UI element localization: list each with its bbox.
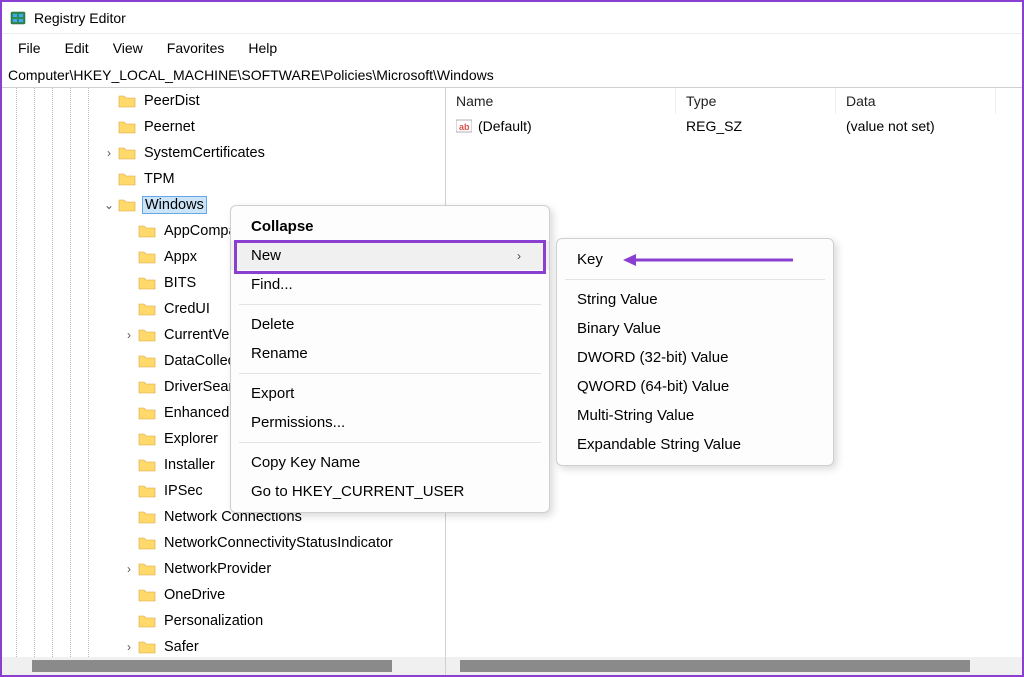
col-data[interactable]: Data <box>836 88 996 114</box>
chevron-right-icon[interactable]: › <box>122 328 136 342</box>
folder-icon <box>138 588 156 602</box>
context-submenu-new: Key String Value Binary Value DWORD (32-… <box>556 238 834 466</box>
chevron-right-icon: › <box>517 249 521 263</box>
ctx-new-expand[interactable]: Expandable String Value <box>557 430 833 459</box>
ctx-new-qword[interactable]: QWORD (64-bit) Value <box>557 372 833 401</box>
folder-icon <box>138 536 156 550</box>
tree-item-label: Installer <box>162 456 217 474</box>
separator <box>565 279 825 280</box>
value-type: REG_SZ <box>676 118 836 134</box>
tree-item-label: Windows <box>142 196 207 214</box>
value-name: (Default) <box>478 118 532 134</box>
ctx-new-dword[interactable]: DWORD (32-bit) Value <box>557 343 833 372</box>
menu-file[interactable]: File <box>6 36 53 60</box>
value-data: (value not set) <box>836 118 996 134</box>
tree-horizontal-scrollbar[interactable] <box>2 657 445 675</box>
folder-icon <box>138 458 156 472</box>
tree-item-label: OneDrive <box>162 586 227 604</box>
menu-favorites[interactable]: Favorites <box>155 36 237 60</box>
ctx-export[interactable]: Export <box>231 379 549 408</box>
tree-item[interactable]: › SystemCertificates <box>2 140 445 166</box>
separator <box>239 373 541 374</box>
tree-item-label: PeerDist <box>142 92 202 110</box>
tree-item[interactable]: › NetworkProvider <box>2 556 445 582</box>
folder-icon <box>118 146 136 160</box>
title-bar: Registry Editor <box>2 2 1022 34</box>
chevron-right-icon[interactable]: › <box>102 146 116 160</box>
ctx-rename[interactable]: Rename <box>231 339 549 368</box>
tree-item-label: CredUI <box>162 300 212 318</box>
folder-icon <box>138 562 156 576</box>
ctx-goto-hkcu[interactable]: Go to HKEY_CURRENT_USER <box>231 477 549 506</box>
folder-icon <box>138 302 156 316</box>
separator <box>239 442 541 443</box>
folder-icon <box>138 510 156 524</box>
folder-icon <box>138 380 156 394</box>
chevron-down-icon[interactable]: ⌄ <box>102 198 116 212</box>
chevron-right-icon[interactable]: › <box>122 562 136 576</box>
tree-item-label: IPSec <box>162 482 205 500</box>
separator <box>239 304 541 305</box>
ctx-permissions[interactable]: Permissions... <box>231 408 549 437</box>
folder-icon <box>138 640 156 654</box>
col-name[interactable]: Name <box>446 88 676 114</box>
tree-item-label: Explorer <box>162 430 220 448</box>
tree-item-label: TPM <box>142 170 177 188</box>
folder-icon <box>138 224 156 238</box>
ctx-delete[interactable]: Delete <box>231 310 549 339</box>
folder-icon <box>138 432 156 446</box>
tree-item-label: SystemCertificates <box>142 144 267 162</box>
folder-icon <box>138 614 156 628</box>
menu-bar: File Edit View Favorites Help <box>2 34 1022 62</box>
folder-icon <box>118 172 136 186</box>
folder-icon <box>118 198 136 212</box>
folder-icon <box>138 484 156 498</box>
list-horizontal-scrollbar[interactable] <box>446 657 1022 675</box>
folder-icon <box>138 328 156 342</box>
ctx-copy-key-name[interactable]: Copy Key Name <box>231 448 549 477</box>
context-menu: Collapse New› Find... Delete Rename Expo… <box>230 205 550 513</box>
svg-text:ab: ab <box>459 122 470 132</box>
tree-item[interactable]: PeerDist <box>2 88 445 114</box>
col-type[interactable]: Type <box>676 88 836 114</box>
folder-icon <box>138 406 156 420</box>
menu-view[interactable]: View <box>101 36 155 60</box>
tree-item-label: Safer <box>162 638 201 656</box>
chevron-right-icon[interactable]: › <box>122 640 136 654</box>
folder-icon <box>118 94 136 108</box>
ctx-collapse[interactable]: Collapse <box>231 212 549 241</box>
tree-item-label: NetworkProvider <box>162 560 273 578</box>
tree-item[interactable]: TPM <box>2 166 445 192</box>
folder-icon <box>138 354 156 368</box>
ctx-new[interactable]: New› <box>231 241 549 270</box>
tree-item-label: BITS <box>162 274 198 292</box>
folder-icon <box>138 276 156 290</box>
ctx-find[interactable]: Find... <box>231 270 549 299</box>
list-row[interactable]: ab (Default) REG_SZ (value not set) <box>446 114 1022 138</box>
tree-item-label: NetworkConnectivityStatusIndicator <box>162 534 395 552</box>
tree-item-label: Personalization <box>162 612 265 630</box>
tree-item[interactable]: NetworkConnectivityStatusIndicator <box>2 530 445 556</box>
window-title: Registry Editor <box>34 10 126 26</box>
folder-icon <box>138 250 156 264</box>
tree-item[interactable]: › Safer <box>2 634 445 657</box>
list-header: Name Type Data <box>446 88 1022 114</box>
ctx-new-string[interactable]: String Value <box>557 285 833 314</box>
tree-item[interactable]: Personalization <box>2 608 445 634</box>
tree-item-label: Peernet <box>142 118 197 136</box>
tree-item-label: Appx <box>162 248 199 266</box>
address-bar[interactable]: Computer\HKEY_LOCAL_MACHINE\SOFTWARE\Pol… <box>2 62 1022 88</box>
ctx-new-key[interactable]: Key <box>557 245 833 274</box>
ctx-new-binary[interactable]: Binary Value <box>557 314 833 343</box>
ctx-new-multi[interactable]: Multi-String Value <box>557 401 833 430</box>
string-value-icon: ab <box>456 118 472 134</box>
folder-icon <box>118 120 136 134</box>
tree-item[interactable]: Peernet <box>2 114 445 140</box>
menu-edit[interactable]: Edit <box>53 36 101 60</box>
address-path: Computer\HKEY_LOCAL_MACHINE\SOFTWARE\Pol… <box>8 67 494 83</box>
app-icon <box>10 10 26 26</box>
menu-help[interactable]: Help <box>236 36 289 60</box>
tree-item[interactable]: OneDrive <box>2 582 445 608</box>
